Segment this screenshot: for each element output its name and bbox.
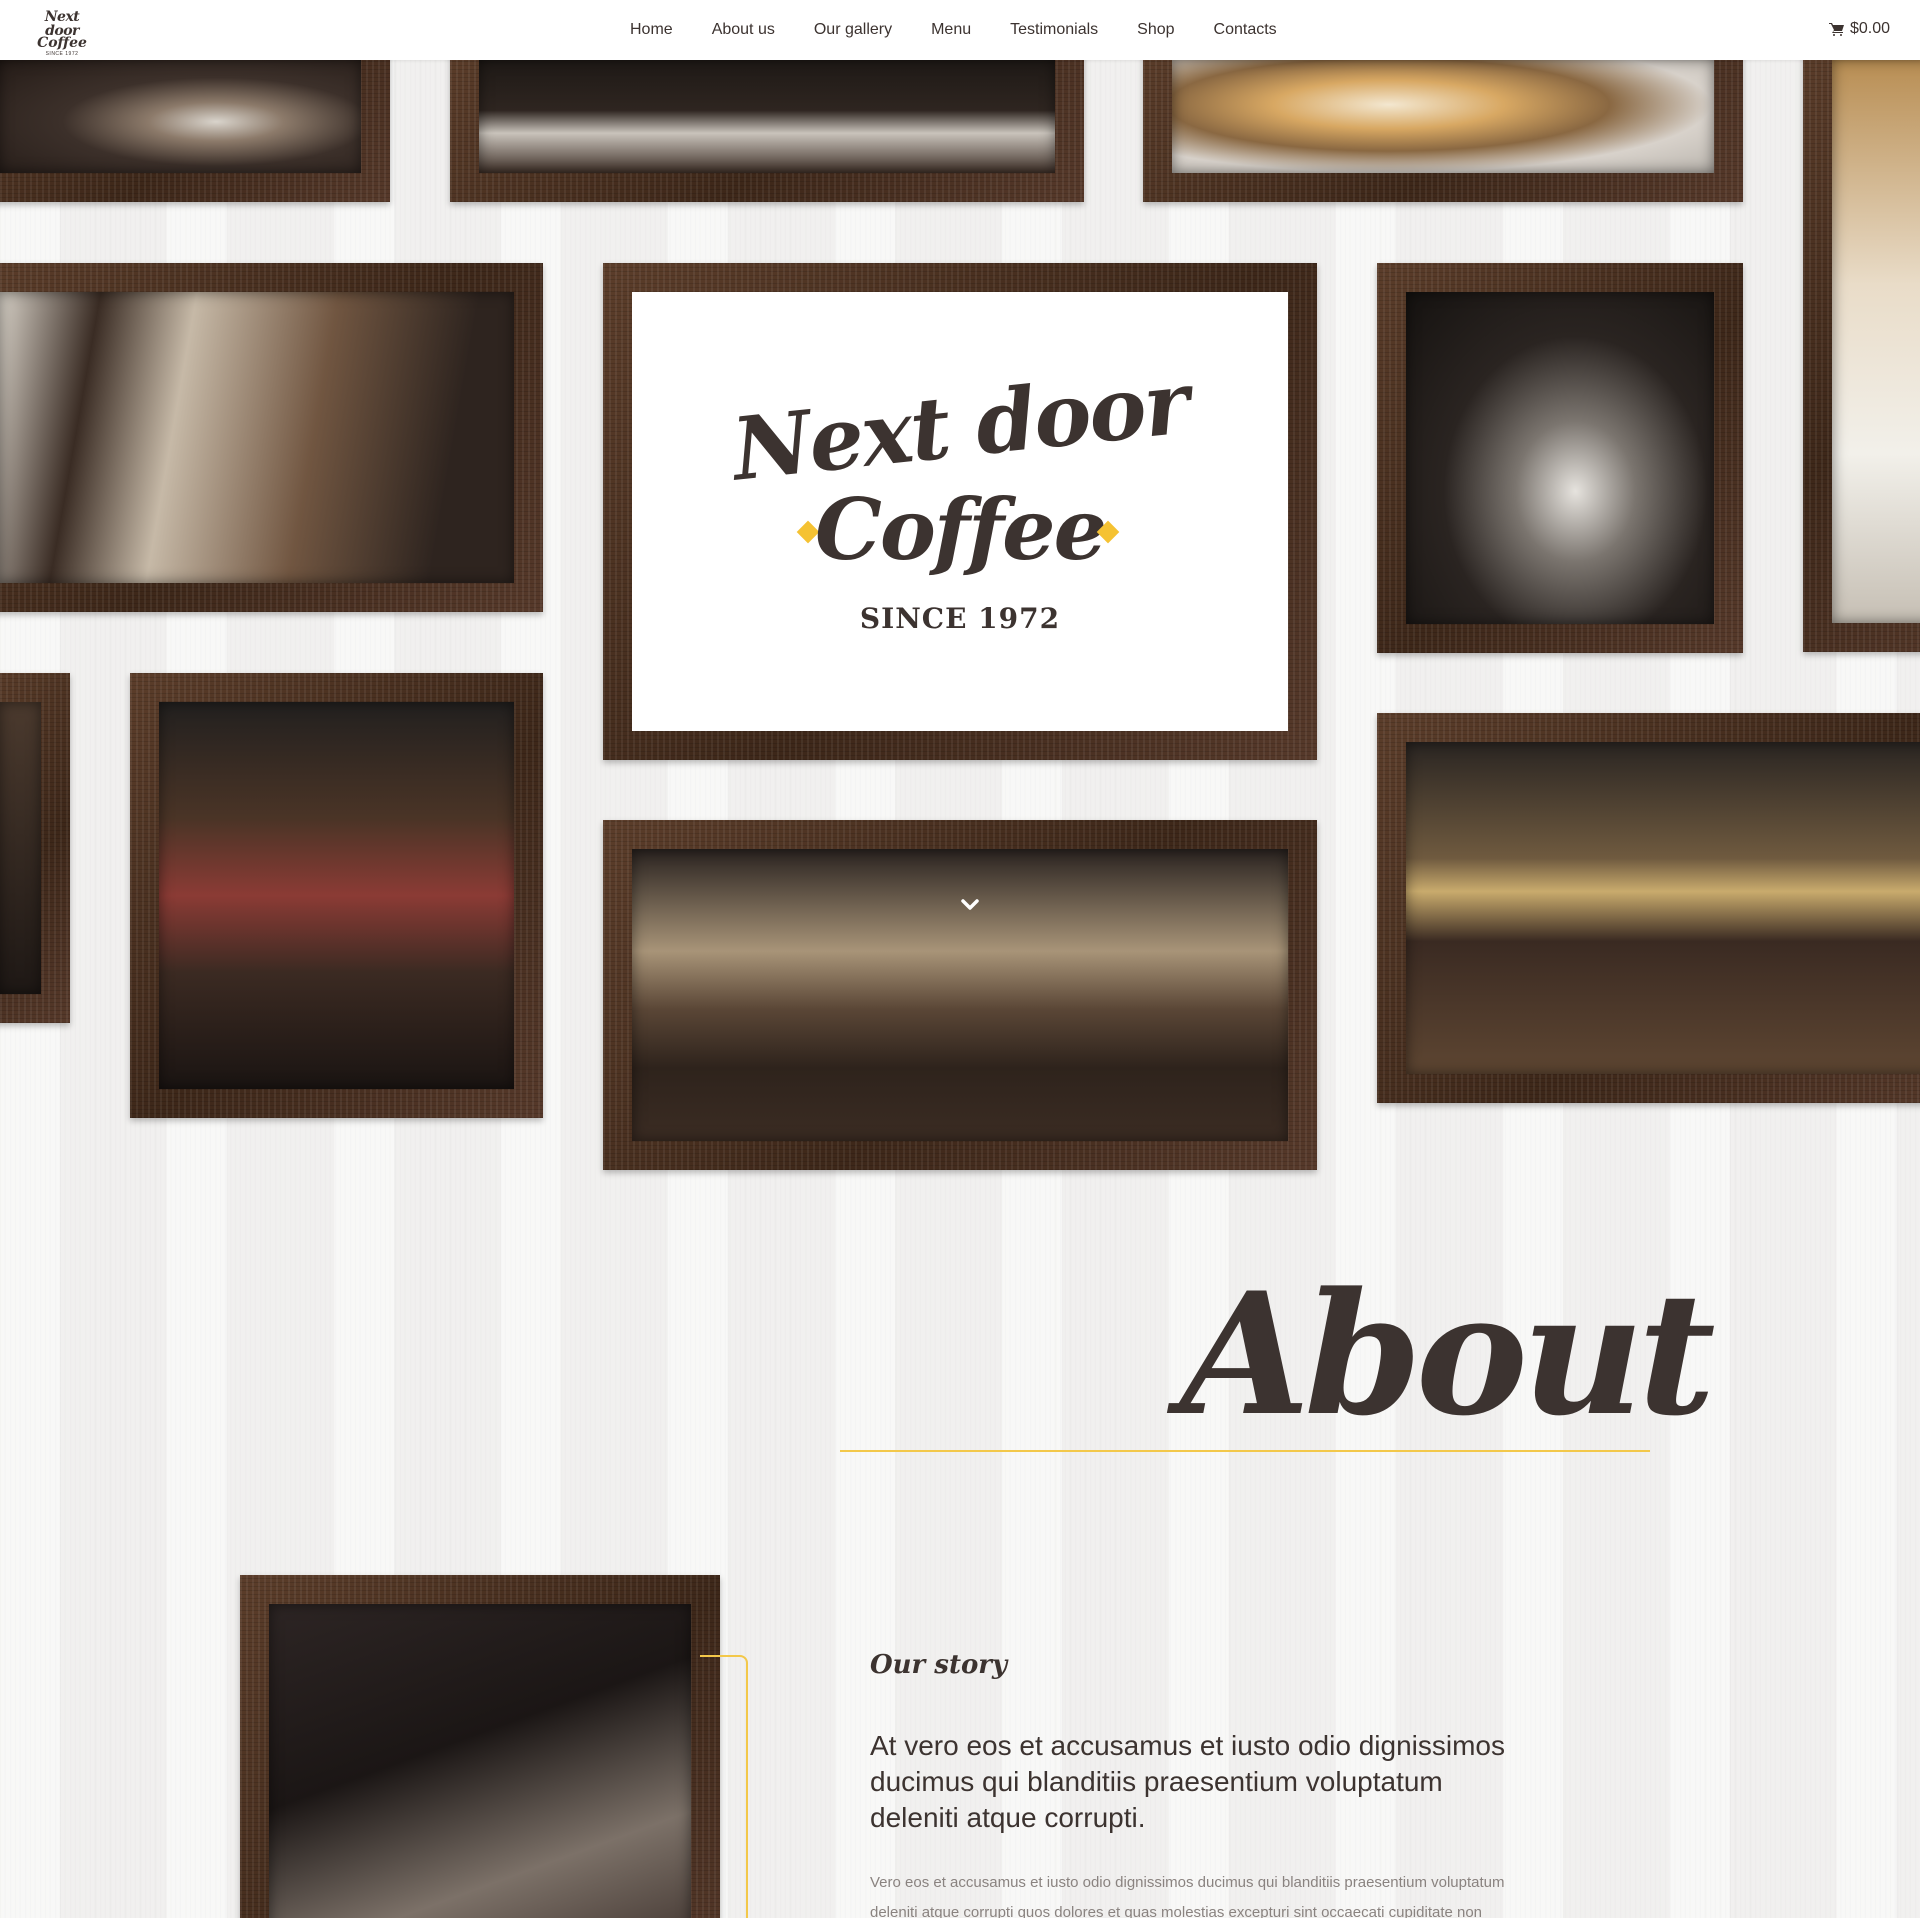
mugs-shelf-photo [479, 59, 1055, 173]
site-logo[interactable]: Next door Coffee SINCE 1972 [28, 9, 96, 57]
hero-logo-card: Next door Coffee SINCE 1972 [632, 292, 1288, 731]
cart-link[interactable]: $0.00 [1828, 20, 1890, 38]
story-heading: Our story [870, 1650, 1008, 1680]
gallery-frame-pastry[interactable] [603, 820, 1317, 1170]
cappuccino-side-photo [1832, 59, 1920, 623]
story-body: Vero eos et accusamus et iusto odio dign… [870, 1874, 1505, 1918]
gallery-frame-side-right[interactable] [1803, 30, 1920, 652]
cart-total: $0.00 [1849, 20, 1890, 37]
gallery-frame-espresso[interactable] [1377, 263, 1743, 653]
side-left-photo [0, 702, 41, 994]
pastry-display-photo [632, 849, 1288, 1141]
about-frame-machine[interactable] [240, 1575, 720, 1918]
coffee-shop-interior-photo [159, 702, 514, 1089]
shopping-cart-icon [1828, 22, 1844, 36]
chevron-down-icon[interactable] [958, 893, 982, 917]
hero-logo-frame: Next door Coffee SINCE 1972 [603, 263, 1317, 760]
gallery-frame-counter[interactable] [1377, 713, 1920, 1103]
nav-about-us[interactable]: About us [712, 21, 775, 39]
logo-line3: SINCE 1972 [45, 51, 79, 57]
main-nav: Home About us Our gallery Menu Testimoni… [630, 0, 1316, 60]
barista-counter-photo [0, 292, 514, 583]
nav-shop[interactable]: Shop [1137, 21, 1174, 39]
hero-logo-line2: Coffee [814, 480, 1107, 579]
logo-line2: Coffee [37, 35, 87, 51]
coffee-cup-photo [0, 59, 361, 173]
hero-logo-since: SINCE 1972 [859, 602, 1061, 635]
espresso-machine-closeup-photo [269, 1604, 691, 1918]
nav-home[interactable]: Home [630, 21, 673, 39]
gallery-frame-shop[interactable] [130, 673, 543, 1118]
story-accent-border [700, 1655, 748, 1918]
nav-contacts[interactable]: Contacts [1214, 21, 1277, 39]
story-lead: At vero eos et accusamus et iusto odio d… [870, 1730, 1505, 1833]
latte-art-photo [1172, 59, 1714, 173]
about-title: About [1180, 1255, 1716, 1453]
nav-testimonials[interactable]: Testimonials [1010, 21, 1098, 39]
site-header: Next door Coffee SINCE 1972 Home About u… [0, 0, 1920, 60]
gallery-frame-barista[interactable] [0, 263, 543, 612]
gallery-frame-side-left[interactable] [0, 673, 70, 1023]
hero-logo: Next door Coffee SINCE 1972 [632, 292, 1288, 731]
nav-our-gallery[interactable]: Our gallery [814, 21, 892, 39]
counter-shelf-photo [1406, 742, 1920, 1074]
about-divider [840, 1450, 1650, 1452]
nav-menu[interactable]: Menu [931, 21, 971, 39]
espresso-machine-photo [1406, 292, 1714, 624]
logo-line1: Next door [44, 9, 80, 39]
